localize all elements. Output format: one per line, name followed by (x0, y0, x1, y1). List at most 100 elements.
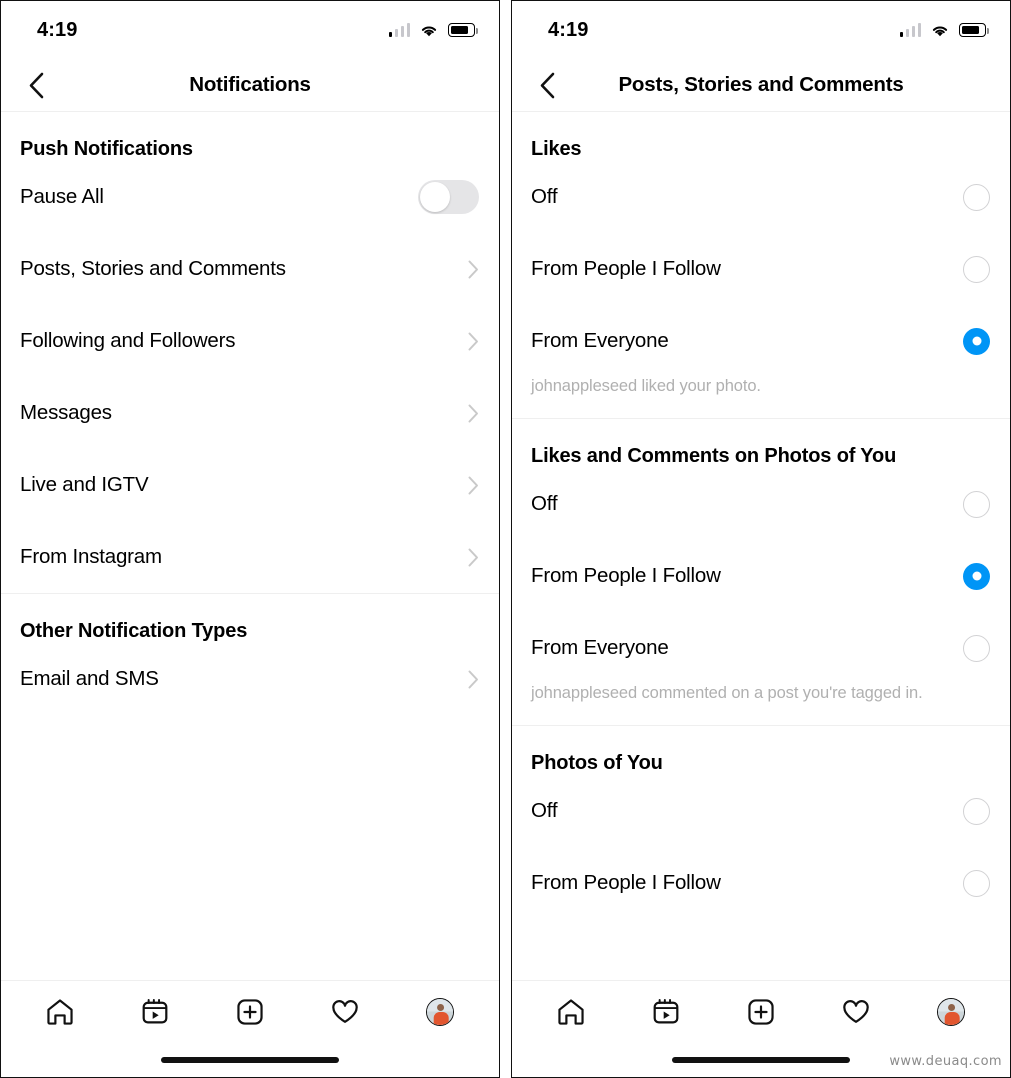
option-lcp-from-people-i-follow[interactable]: From People I Follow (512, 540, 1010, 612)
chevron-right-icon (468, 476, 479, 495)
radio-button[interactable] (963, 869, 990, 897)
cellular-signal-icon (899, 23, 921, 37)
radio-button-selected[interactable] (963, 327, 990, 355)
settings-list-left: Push Notifications Pause All Posts, Stor… (1, 112, 499, 980)
nav-header-left: Notifications (1, 59, 499, 112)
row-from-instagram[interactable]: From Instagram (1, 521, 499, 593)
status-indicators (899, 23, 989, 38)
row-label: Pause All (20, 185, 104, 208)
row-label: Messages (20, 401, 112, 424)
back-chevron-icon (540, 72, 555, 98)
option-label: Off (531, 492, 558, 515)
add-post-icon (237, 999, 263, 1025)
section-header-likes: Likes (531, 138, 582, 160)
cellular-signal-icon (388, 23, 410, 37)
tab-list (512, 981, 1010, 1043)
chevron-right-icon (468, 260, 479, 279)
heart-icon (843, 1000, 869, 1023)
chevron-right-icon (468, 332, 479, 351)
chevron-right-icon (468, 548, 479, 567)
row-label: Posts, Stories and Comments (20, 257, 286, 280)
option-label: From People I Follow (531, 564, 721, 587)
reels-icon (142, 999, 168, 1024)
battery-icon (959, 23, 989, 37)
home-indicator[interactable] (672, 1057, 850, 1063)
home-indicator-area (1, 1043, 499, 1077)
wifi-icon (421, 25, 437, 36)
reels-icon (653, 999, 679, 1024)
tab-reels[interactable] (642, 988, 690, 1036)
status-bar-right: 4:19 (512, 1, 1010, 59)
tab-profile[interactable] (416, 988, 464, 1036)
radio-button[interactable] (963, 255, 990, 283)
option-label: From Everyone (531, 329, 669, 352)
option-lcp-from-everyone[interactable]: From Everyone (512, 612, 1010, 684)
back-button-right[interactable] (530, 68, 564, 102)
tab-home[interactable] (547, 988, 595, 1036)
phone-screen-posts-stories-comments: 4:19 Posts, Stories and Comments Likes O… (511, 0, 1011, 1078)
tab-activity[interactable] (321, 988, 369, 1036)
option-lcp-off[interactable]: Off (512, 468, 1010, 540)
status-bar-left: 4:19 (1, 1, 499, 59)
radio-button[interactable] (963, 490, 990, 518)
radio-button[interactable] (963, 797, 990, 825)
back-button-left[interactable] (19, 68, 53, 102)
option-poy-from-people-i-follow[interactable]: From People I Follow (512, 847, 1010, 919)
tab-profile[interactable] (927, 988, 975, 1036)
section-header-other-notification-types: Other Notification Types (20, 620, 248, 642)
back-chevron-icon (29, 72, 44, 98)
row-email-and-sms[interactable]: Email and SMS (1, 643, 499, 715)
pause-all-toggle[interactable] (418, 180, 479, 214)
option-likes-off[interactable]: Off (512, 161, 1010, 233)
status-indicators (388, 23, 478, 38)
row-label: From Instagram (20, 545, 162, 568)
tab-create[interactable] (737, 988, 785, 1036)
radio-button[interactable] (963, 634, 990, 662)
row-pause-all[interactable]: Pause All (1, 161, 499, 233)
row-live-and-igtv[interactable]: Live and IGTV (1, 449, 499, 521)
row-posts-stories-comments[interactable]: Posts, Stories and Comments (1, 233, 499, 305)
wifi-icon (932, 25, 948, 36)
tab-bar-left (1, 980, 499, 1077)
page-title-left: Notifications (189, 73, 311, 96)
dual-screenshot-stage: 4:19 Notifications Push Notifications Pa… (0, 0, 1011, 1078)
radio-button-selected[interactable] (963, 562, 990, 590)
home-icon (47, 999, 74, 1025)
tab-list (1, 981, 499, 1043)
row-label: Email and SMS (20, 667, 159, 690)
home-icon (558, 999, 585, 1025)
status-clock: 4:19 (548, 18, 589, 41)
tab-activity[interactable] (832, 988, 880, 1036)
nav-header-right: Posts, Stories and Comments (512, 59, 1010, 112)
settings-list-right: Likes Off From People I Follow From Ever… (512, 112, 1010, 980)
status-clock: 4:19 (37, 18, 78, 41)
radio-button[interactable] (963, 183, 990, 211)
section-header-likes-comments-photos-of-you: Likes and Comments on Photos of You (531, 445, 897, 467)
section-header-photos-of-you: Photos of You (531, 752, 663, 774)
tab-reels[interactable] (131, 988, 179, 1036)
option-label: From Everyone (531, 636, 669, 659)
chevron-right-icon (468, 670, 479, 689)
page-title-right: Posts, Stories and Comments (618, 73, 904, 96)
tab-create[interactable] (226, 988, 274, 1036)
option-label: From People I Follow (531, 257, 721, 280)
option-likes-from-everyone[interactable]: From Everyone (512, 305, 1010, 377)
option-label: Off (531, 799, 558, 822)
chevron-right-icon (468, 404, 479, 423)
row-label: Live and IGTV (20, 473, 149, 496)
option-poy-off[interactable]: Off (512, 775, 1010, 847)
phone-screen-notifications: 4:19 Notifications Push Notifications Pa… (0, 0, 500, 1078)
add-post-icon (748, 999, 774, 1025)
battery-icon (448, 23, 478, 37)
option-likes-from-people-i-follow[interactable]: From People I Follow (512, 233, 1010, 305)
option-label: Off (531, 185, 558, 208)
tab-home[interactable] (36, 988, 84, 1036)
profile-avatar (936, 998, 965, 1026)
profile-avatar (425, 998, 454, 1026)
row-following-and-followers[interactable]: Following and Followers (1, 305, 499, 377)
home-indicator[interactable] (161, 1057, 339, 1063)
row-messages[interactable]: Messages (1, 377, 499, 449)
hint-likes-comments-photos-of-you: johnappleseed commented on a post you're… (531, 684, 923, 702)
option-label: From People I Follow (531, 871, 721, 894)
toggle-knob (420, 182, 450, 212)
